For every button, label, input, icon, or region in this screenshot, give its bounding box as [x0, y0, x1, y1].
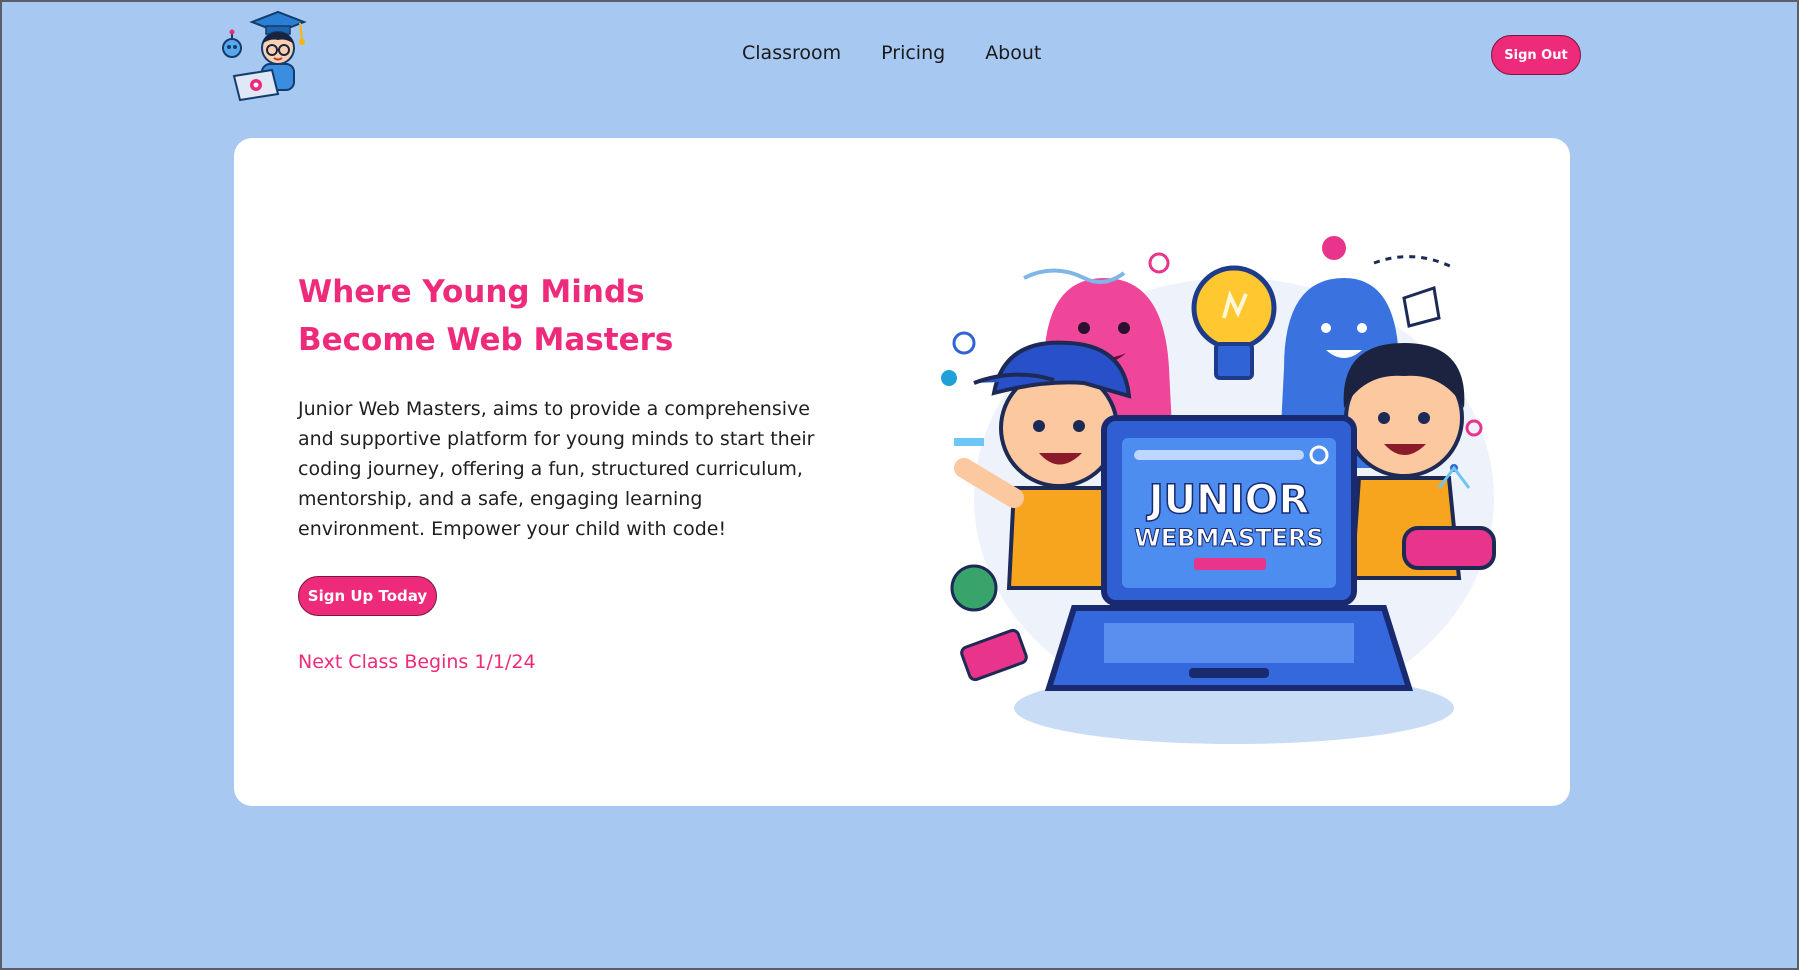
hero-title: Where Young Minds Become Web Masters	[298, 268, 818, 364]
hero-title-line-1: Where Young Minds	[298, 274, 645, 310]
nav-link-classroom[interactable]: Classroom	[742, 42, 841, 64]
main-nav: Classroom Pricing About	[742, 42, 1041, 64]
laptop-title-line-2: WEBMASTERS	[1134, 524, 1323, 552]
hero-illustration: JUNIOR WEBMASTERS	[941, 236, 1496, 744]
globe-icon	[950, 564, 998, 612]
sign-out-button[interactable]: Sign Out	[1491, 35, 1581, 75]
nav-link-pricing[interactable]: Pricing	[881, 42, 945, 64]
logo[interactable]	[216, 8, 312, 102]
hero-description: Junior Web Masters, aims to provide a co…	[298, 398, 815, 540]
laptop-title-line-1: JUNIOR	[1146, 477, 1310, 523]
hero-card: Where Young Minds Become Web Masters Jun…	[234, 138, 1570, 806]
phone-icon	[960, 628, 1028, 682]
next-class-date: Next Class Begins 1/1/24	[298, 651, 536, 673]
nav-link-about[interactable]: About	[985, 42, 1041, 64]
navbar: Classroom Pricing About Sign Out	[2, 2, 1797, 112]
sign-up-button[interactable]: Sign Up Today	[298, 576, 437, 616]
hero-title-line-2: Become Web Masters	[298, 322, 674, 358]
logo-mascot-icon	[222, 10, 307, 102]
